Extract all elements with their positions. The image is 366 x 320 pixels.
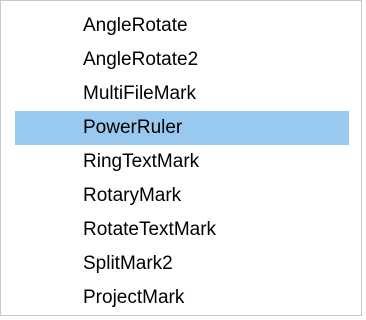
context-menu: AngleRotate AngleRotate2 MultiFileMark P… (0, 0, 362, 316)
menu-item-ringtextmark[interactable]: RingTextMark (15, 145, 349, 179)
menu-item-anglerotate[interactable]: AngleRotate (15, 9, 349, 43)
menu-item-projectmark[interactable]: ProjectMark (15, 281, 349, 315)
menu-item-rotatetextmark[interactable]: RotateTextMark (15, 213, 349, 247)
menu-list: AngleRotate AngleRotate2 MultiFileMark P… (15, 9, 349, 315)
menu-item-multifilemark[interactable]: MultiFileMark (15, 77, 349, 111)
menu-item-splitmark2[interactable]: SplitMark2 (15, 247, 349, 281)
menu-item-rotarymark[interactable]: RotaryMark (15, 179, 349, 213)
menu-item-powerruler[interactable]: PowerRuler (15, 111, 349, 145)
menu-item-anglerotate2[interactable]: AngleRotate2 (15, 43, 349, 77)
